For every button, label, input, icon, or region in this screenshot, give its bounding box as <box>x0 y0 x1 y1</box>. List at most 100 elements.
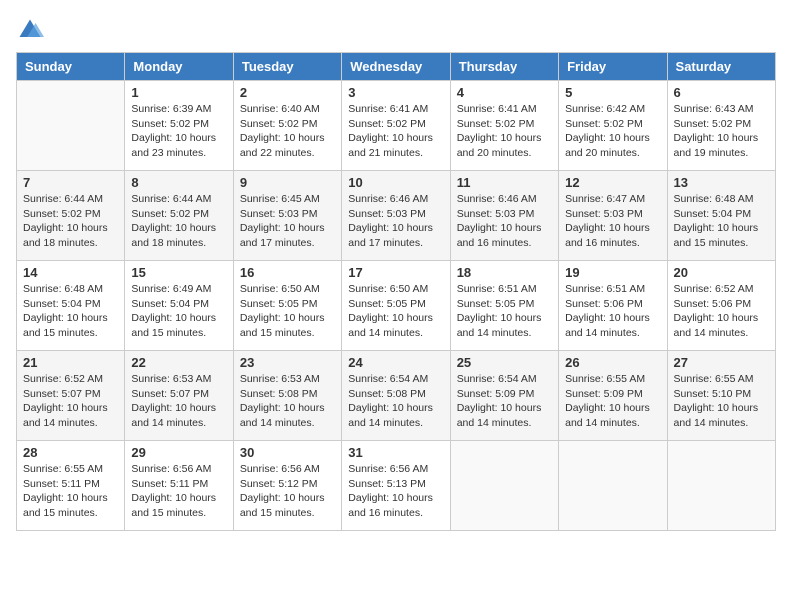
day-info: Sunrise: 6:56 AMSunset: 5:11 PMDaylight:… <box>131 462 226 521</box>
day-header-wednesday: Wednesday <box>342 53 450 81</box>
day-info: Sunrise: 6:46 AMSunset: 5:03 PMDaylight:… <box>457 192 552 251</box>
day-info: Sunrise: 6:41 AMSunset: 5:02 PMDaylight:… <box>457 102 552 161</box>
calendar-cell: 30 Sunrise: 6:56 AMSunset: 5:12 PMDayligh… <box>233 441 341 531</box>
day-info: Sunrise: 6:55 AMSunset: 5:10 PMDaylight:… <box>674 372 769 431</box>
day-number: 4 <box>457 85 552 100</box>
day-number: 10 <box>348 175 443 190</box>
calendar-cell: 7 Sunrise: 6:44 AMSunset: 5:02 PMDaylight… <box>17 171 125 261</box>
day-info: Sunrise: 6:46 AMSunset: 5:03 PMDaylight:… <box>348 192 443 251</box>
calendar-cell: 10 Sunrise: 6:46 AMSunset: 5:03 PMDayligh… <box>342 171 450 261</box>
day-number: 20 <box>674 265 769 280</box>
day-info: Sunrise: 6:49 AMSunset: 5:04 PMDaylight:… <box>131 282 226 341</box>
day-info: Sunrise: 6:53 AMSunset: 5:07 PMDaylight:… <box>131 372 226 431</box>
day-number: 22 <box>131 355 226 370</box>
day-number: 3 <box>348 85 443 100</box>
day-number: 9 <box>240 175 335 190</box>
calendar-cell: 20 Sunrise: 6:52 AMSunset: 5:06 PMDayligh… <box>667 261 775 351</box>
calendar-cell <box>17 81 125 171</box>
day-number: 2 <box>240 85 335 100</box>
day-number: 27 <box>674 355 769 370</box>
day-info: Sunrise: 6:54 AMSunset: 5:09 PMDaylight:… <box>457 372 552 431</box>
calendar-cell: 6Sunrise: 6:43 AMSunset: 5:02 PMDaylight… <box>667 81 775 171</box>
day-info: Sunrise: 6:39 AMSunset: 5:02 PMDaylight:… <box>131 102 226 161</box>
day-header-tuesday: Tuesday <box>233 53 341 81</box>
calendar-cell: 31Sunrise: 6:56 AMSunset: 5:13 PMDayligh… <box>342 441 450 531</box>
day-header-friday: Friday <box>559 53 667 81</box>
calendar-cell: 21Sunrise: 6:52 AMSunset: 5:07 PMDayligh… <box>17 351 125 441</box>
day-info: Sunrise: 6:52 AMSunset: 5:06 PMDaylight:… <box>674 282 769 341</box>
day-number: 6 <box>674 85 769 100</box>
calendar-cell: 9 Sunrise: 6:45 AMSunset: 5:03 PMDaylight… <box>233 171 341 261</box>
calendar-cell: 4 Sunrise: 6:41 AMSunset: 5:02 PMDaylight… <box>450 81 558 171</box>
calendar-cell: 5 Sunrise: 6:42 AMSunset: 5:02 PMDaylight… <box>559 81 667 171</box>
day-number: 23 <box>240 355 335 370</box>
day-number: 16 <box>240 265 335 280</box>
calendar-cell: 24Sunrise: 6:54 AMSunset: 5:08 PMDayligh… <box>342 351 450 441</box>
day-header-monday: Monday <box>125 53 233 81</box>
calendar-week-1: 1 Sunrise: 6:39 AMSunset: 5:02 PMDaylight… <box>17 81 776 171</box>
day-header-sunday: Sunday <box>17 53 125 81</box>
calendar-cell: 19 Sunrise: 6:51 AMSunset: 5:06 PMDayligh… <box>559 261 667 351</box>
day-info: Sunrise: 6:56 AMSunset: 5:12 PMDaylight:… <box>240 462 335 521</box>
calendar-cell: 26 Sunrise: 6:55 AMSunset: 5:09 PMDayligh… <box>559 351 667 441</box>
day-info: Sunrise: 6:54 AMSunset: 5:08 PMDaylight:… <box>348 372 443 431</box>
day-info: Sunrise: 6:42 AMSunset: 5:02 PMDaylight:… <box>565 102 660 161</box>
day-number: 30 <box>240 445 335 460</box>
calendar-cell: 22 Sunrise: 6:53 AMSunset: 5:07 PMDayligh… <box>125 351 233 441</box>
day-info: Sunrise: 6:51 AMSunset: 5:05 PMDaylight:… <box>457 282 552 341</box>
day-info: Sunrise: 6:44 AMSunset: 5:02 PMDaylight:… <box>23 192 118 251</box>
day-number: 1 <box>131 85 226 100</box>
calendar-week-4: 21Sunrise: 6:52 AMSunset: 5:07 PMDayligh… <box>17 351 776 441</box>
calendar-cell: 8 Sunrise: 6:44 AMSunset: 5:02 PMDaylight… <box>125 171 233 261</box>
calendar-cell: 16 Sunrise: 6:50 AMSunset: 5:05 PMDayligh… <box>233 261 341 351</box>
day-number: 26 <box>565 355 660 370</box>
calendar-cell: 15 Sunrise: 6:49 AMSunset: 5:04 PMDayligh… <box>125 261 233 351</box>
calendar-table: SundayMondayTuesdayWednesdayThursdayFrid… <box>16 52 776 531</box>
day-info: Sunrise: 6:48 AMSunset: 5:04 PMDaylight:… <box>23 282 118 341</box>
calendar-week-2: 7 Sunrise: 6:44 AMSunset: 5:02 PMDaylight… <box>17 171 776 261</box>
day-info: Sunrise: 6:53 AMSunset: 5:08 PMDaylight:… <box>240 372 335 431</box>
day-number: 7 <box>23 175 118 190</box>
day-info: Sunrise: 6:44 AMSunset: 5:02 PMDaylight:… <box>131 192 226 251</box>
day-number: 15 <box>131 265 226 280</box>
day-info: Sunrise: 6:51 AMSunset: 5:06 PMDaylight:… <box>565 282 660 341</box>
calendar-cell: 17 Sunrise: 6:50 AMSunset: 5:05 PMDayligh… <box>342 261 450 351</box>
calendar-cell: 14 Sunrise: 6:48 AMSunset: 5:04 PMDayligh… <box>17 261 125 351</box>
calendar-cell: 25 Sunrise: 6:54 AMSunset: 5:09 PMDayligh… <box>450 351 558 441</box>
day-number: 11 <box>457 175 552 190</box>
day-number: 14 <box>23 265 118 280</box>
calendar-cell: 2 Sunrise: 6:40 AMSunset: 5:02 PMDaylight… <box>233 81 341 171</box>
day-info: Sunrise: 6:55 AMSunset: 5:09 PMDaylight:… <box>565 372 660 431</box>
day-number: 8 <box>131 175 226 190</box>
day-number: 13 <box>674 175 769 190</box>
day-number: 5 <box>565 85 660 100</box>
header-row: SundayMondayTuesdayWednesdayThursdayFrid… <box>17 53 776 81</box>
calendar-cell: 27 Sunrise: 6:55 AMSunset: 5:10 PMDayligh… <box>667 351 775 441</box>
day-info: Sunrise: 6:48 AMSunset: 5:04 PMDaylight:… <box>674 192 769 251</box>
day-info: Sunrise: 6:50 AMSunset: 5:05 PMDaylight:… <box>240 282 335 341</box>
day-info: Sunrise: 6:56 AMSunset: 5:13 PMDaylight:… <box>348 462 443 521</box>
header <box>16 16 776 44</box>
day-info: Sunrise: 6:52 AMSunset: 5:07 PMDaylight:… <box>23 372 118 431</box>
day-info: Sunrise: 6:45 AMSunset: 5:03 PMDaylight:… <box>240 192 335 251</box>
day-info: Sunrise: 6:50 AMSunset: 5:05 PMDaylight:… <box>348 282 443 341</box>
day-number: 12 <box>565 175 660 190</box>
calendar-cell: 29 Sunrise: 6:56 AMSunset: 5:11 PMDayligh… <box>125 441 233 531</box>
day-number: 17 <box>348 265 443 280</box>
logo <box>16 16 48 44</box>
calendar-cell: 11 Sunrise: 6:46 AMSunset: 5:03 PMDayligh… <box>450 171 558 261</box>
day-number: 19 <box>565 265 660 280</box>
calendar-cell: 23 Sunrise: 6:53 AMSunset: 5:08 PMDayligh… <box>233 351 341 441</box>
calendar-cell: 3Sunrise: 6:41 AMSunset: 5:02 PMDaylight… <box>342 81 450 171</box>
calendar-cell: 1 Sunrise: 6:39 AMSunset: 5:02 PMDaylight… <box>125 81 233 171</box>
day-number: 25 <box>457 355 552 370</box>
day-info: Sunrise: 6:55 AMSunset: 5:11 PMDaylight:… <box>23 462 118 521</box>
logo-icon <box>16 16 44 44</box>
calendar-cell <box>667 441 775 531</box>
day-info: Sunrise: 6:40 AMSunset: 5:02 PMDaylight:… <box>240 102 335 161</box>
day-number: 18 <box>457 265 552 280</box>
day-info: Sunrise: 6:47 AMSunset: 5:03 PMDaylight:… <box>565 192 660 251</box>
calendar-cell: 13 Sunrise: 6:48 AMSunset: 5:04 PMDayligh… <box>667 171 775 261</box>
day-number: 29 <box>131 445 226 460</box>
day-header-thursday: Thursday <box>450 53 558 81</box>
